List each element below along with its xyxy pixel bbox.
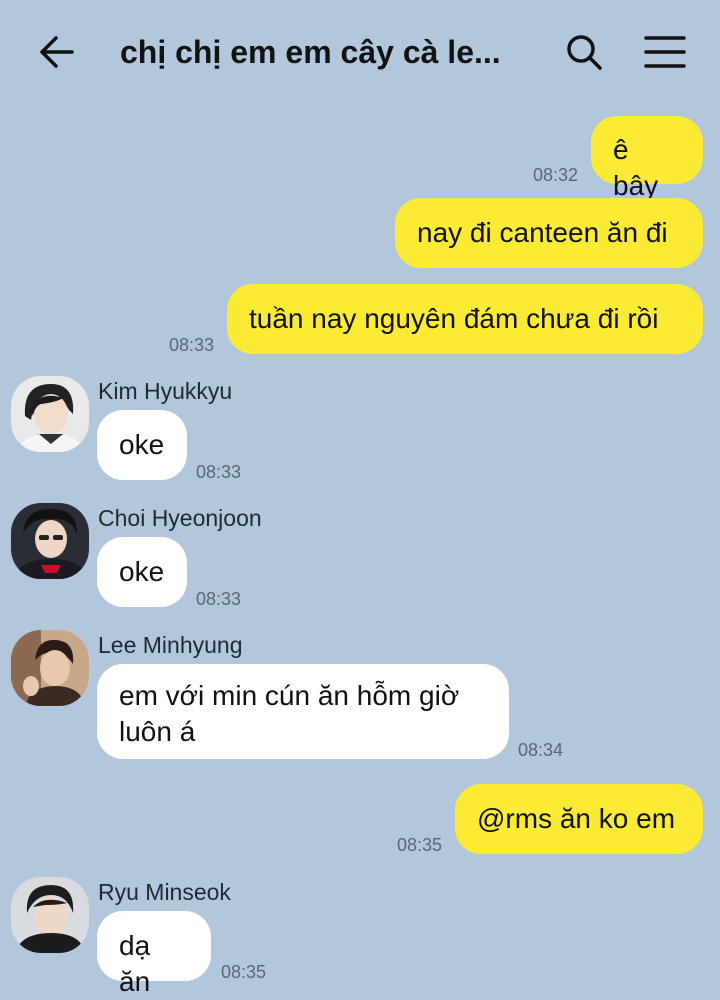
message-bubble-mine[interactable]: nay đi canteen ăn đi (395, 198, 703, 268)
message-time: 08:34 (518, 740, 564, 760)
sender-name: Lee Minhyung (98, 632, 243, 658)
message-time: 08:33 (169, 335, 215, 355)
message-bubble-mine[interactable]: ê bây (591, 116, 703, 201)
message-text: oke (119, 429, 165, 460)
sender-name: Choi Hyeonjoon (98, 505, 262, 531)
message-time: 08:32 (533, 165, 579, 185)
search-icon (567, 35, 602, 70)
user-avatar-icon (11, 877, 89, 953)
message-bubble-theirs[interactable]: em với min cún ăn hỗm giờ luôn á (97, 664, 509, 759)
back-arrow-icon (40, 36, 74, 68)
user-avatar-icon (11, 630, 89, 706)
avatar[interactable] (11, 376, 89, 452)
search-button[interactable] (560, 30, 608, 74)
message-bubble-theirs[interactable]: dạ ăn (97, 911, 211, 997)
message-text: @rms ăn ko em (477, 803, 676, 834)
message-text: dạ ăn (119, 930, 151, 997)
message-text: ê bây (613, 134, 659, 201)
back-button[interactable] (34, 30, 82, 74)
sender-name: Ryu Minseok (98, 879, 231, 905)
user-avatar-icon (11, 376, 89, 452)
menu-button[interactable] (638, 30, 694, 74)
message-text: nay đi canteen ăn đi (417, 217, 668, 248)
message-time: 08:33 (196, 589, 242, 609)
chat-title: chị chị em em cây cà le... (120, 34, 501, 70)
message-bubble-mine[interactable]: tuần nay nguyên đám chưa đi rồi (227, 284, 703, 354)
message-text: em với min cún ăn hỗm giờ luôn á (119, 680, 460, 747)
message-text: tuần nay nguyên đám chưa đi rồi (249, 303, 659, 334)
hamburger-menu-icon (644, 36, 686, 68)
avatar[interactable] (11, 877, 89, 953)
message-time: 08:35 (397, 835, 443, 855)
user-avatar-icon (11, 503, 89, 579)
message-time: 08:35 (221, 962, 267, 982)
message-time: 08:33 (196, 462, 242, 482)
message-bubble-theirs[interactable]: oke (97, 410, 187, 480)
message-bubble-mine[interactable]: @rms ăn ko em (455, 784, 703, 854)
sender-name: Kim Hyukkyu (98, 378, 233, 404)
avatar[interactable] (11, 630, 89, 706)
avatar[interactable] (11, 503, 89, 579)
message-bubble-theirs[interactable]: oke (97, 537, 187, 607)
message-text: oke (119, 556, 165, 587)
chat-header: chị chị em em cây cà le... (0, 0, 720, 104)
